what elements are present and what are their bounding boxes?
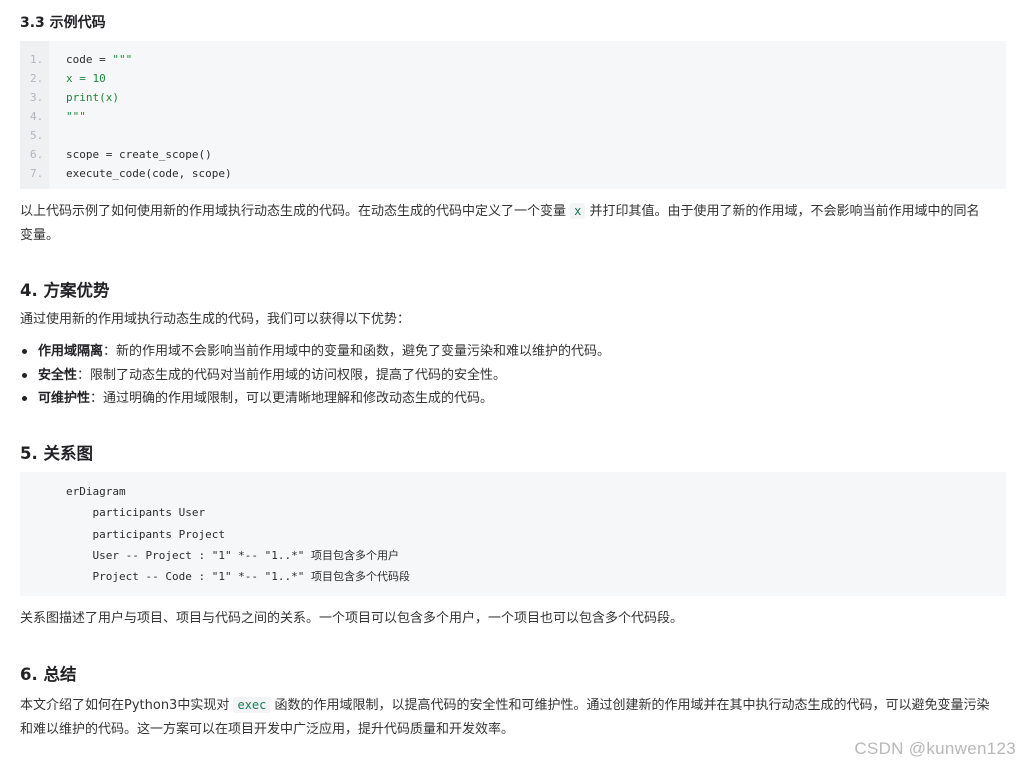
- summary-text-3: 和难以维护的代码。这一方案可以在项目开发中广泛应用，提升代码质量和开发效率。: [20, 722, 515, 737]
- inline-code-exec: exec: [233, 697, 271, 713]
- section-4-intro: 通过使用新的作用域执行动态生成的代码，我们可以获得以下优势：: [20, 312, 411, 327]
- explain-text-1: 以上代码示例了如何使用新的作用域执行动态生成的代码。在动态生成的代码中定义了一个…: [20, 204, 571, 219]
- code-line: 6. scope = create_scope(): [20, 145, 1006, 164]
- code-text: code = """: [66, 53, 133, 66]
- line-number: 5.: [30, 129, 44, 142]
- er-line: participants Project: [66, 527, 225, 541]
- section-6-title: 6. 总结: [20, 665, 77, 684]
- code-block-er-diagram[interactable]: erDiagram participants User participants…: [20, 472, 1006, 596]
- section-4-title: 4. 方案优势: [20, 281, 110, 300]
- inline-code-x: x: [570, 203, 586, 219]
- summary-text-2: 函数的作用域限制，以提高代码的安全性和可维护性。通过创建新的作用域并在其中执行动…: [270, 698, 990, 713]
- code-line: 4. """: [20, 107, 1006, 126]
- code-line: 7. execute_code(code, scope): [20, 164, 1006, 183]
- line-number: 7.: [30, 167, 44, 180]
- line-number: 2.: [30, 72, 44, 85]
- csdn-watermark: CSDN @kunwen123: [854, 739, 1016, 758]
- code-line: 2. x = 10: [20, 69, 1006, 88]
- line-number: 4.: [30, 110, 44, 123]
- code-line: 1. code = """: [20, 50, 1006, 69]
- section-5-desc: 关系图描述了用户与项目、项目与代码之间的关系。一个项目可以包含多个用户，一个项目…: [20, 611, 684, 626]
- code-text: print(x): [66, 91, 119, 104]
- benefit-term: 作用域隔离: [38, 344, 104, 359]
- benefit-term: 安全性: [38, 367, 78, 383]
- benefit-item: 安全性：限制了动态生成的代码对当前作用域的访问权限，提高了代码的安全性。: [20, 364, 1006, 388]
- line-number: 1.: [30, 53, 44, 66]
- bullet-icon: [22, 349, 27, 354]
- benefit-desc: ：新的作用域不会影响当前作用域中的变量和函数，避免了变量污染和难以维护的代码。: [103, 344, 611, 359]
- benefit-item: 作用域隔离：新的作用域不会影响当前作用域中的变量和函数，避免了变量污染和难以维护…: [20, 340, 1006, 364]
- bullet-icon: [22, 372, 27, 378]
- code-explanation: 以上代码示例了如何使用新的作用域执行动态生成的代码。在动态生成的代码中定义了一个…: [20, 199, 1006, 248]
- er-line: Project -- Code : "1" *-- "1..*" 项目包含多个代…: [66, 570, 411, 584]
- bullet-icon: [22, 396, 27, 401]
- code-text: x = 10: [66, 72, 106, 85]
- er-line: User -- Project : "1" *-- "1..*" 项目包含多个用…: [66, 548, 400, 562]
- line-number: 6.: [30, 148, 44, 161]
- section-6-summary: 本文介绍了如何在Python3中实现对 exec 函数的作用域限制，以提高代码的…: [20, 693, 1006, 742]
- section-3-3-title: 3.3 示例代码: [20, 15, 106, 31]
- summary-text-1: 本文介绍了如何在Python3中实现对: [20, 698, 234, 713]
- benefits-list: 作用域隔离：新的作用域不会影响当前作用域中的变量和函数，避免了变量污染和难以维护…: [20, 340, 1006, 411]
- benefit-item: 可维护性：通过明确的作用域限制，可以更清晰地理解和修改动态生成的代码。: [20, 387, 1006, 411]
- benefit-desc: ：限制了动态生成的代码对当前作用域的访问权限，提高了代码的安全性。: [77, 367, 507, 383]
- code-block-example[interactable]: 1. code = """ 2. x = 10 3. print(x) 4. """ 5. 6. s…: [20, 41, 1006, 189]
- code-text: scope = create_scope(): [66, 148, 212, 161]
- line-number: 3.: [30, 91, 44, 104]
- section-5-title: 5. 关系图: [20, 444, 93, 463]
- code-text: execute_code(code, scope): [66, 167, 232, 180]
- benefit-term: 可维护性: [38, 391, 91, 406]
- explain-text-3: 变量。: [20, 228, 60, 243]
- explain-text-2: 并打印其值。由于使用了新的作用域，不会影响当前作用域中的同名: [585, 204, 980, 219]
- benefit-desc: ：通过明确的作用域限制，可以更清晰地理解和修改动态生成的代码。: [90, 391, 494, 406]
- er-line: participants User: [66, 506, 206, 520]
- er-line: erDiagram: [66, 485, 126, 498]
- code-text: """: [66, 110, 86, 123]
- code-line: 5.: [20, 126, 1006, 145]
- code-line: 3. print(x): [20, 88, 1006, 107]
